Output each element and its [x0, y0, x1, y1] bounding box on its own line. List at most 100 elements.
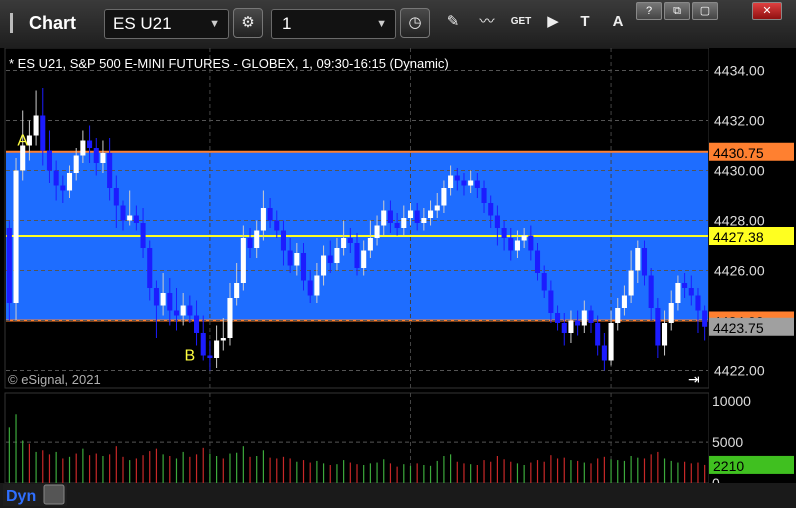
price-tick-label: 4422.00: [714, 363, 765, 379]
text-icon[interactable]: T: [570, 8, 600, 38]
candle: [648, 275, 654, 308]
candle: [173, 310, 180, 316]
price-tick-label: 4426.00: [714, 263, 765, 279]
clock-icon[interactable]: ◷: [400, 8, 430, 38]
get-icon[interactable]: GET: [506, 8, 536, 38]
candle: [621, 295, 627, 308]
candle: [534, 250, 541, 273]
help-button[interactable]: ?: [636, 2, 662, 20]
candle: [361, 250, 367, 268]
candle: [521, 235, 527, 241]
play-icon[interactable]: ▶: [538, 8, 568, 38]
volume-tick-label: 5000: [712, 434, 743, 450]
candle: [374, 225, 380, 238]
candle: [367, 238, 373, 251]
symbol-value: ES U21: [113, 14, 172, 33]
candle: [180, 305, 186, 316]
restore-button[interactable]: ⧉: [664, 2, 690, 20]
candle: [481, 188, 487, 203]
candle: [494, 215, 500, 228]
price-tick-label: 4432.00: [714, 113, 765, 129]
candle: [354, 243, 360, 268]
candle: [260, 208, 266, 231]
candle: [394, 223, 400, 228]
candle: [387, 210, 393, 223]
candle: [635, 248, 641, 271]
interval-value: 1: [282, 14, 292, 33]
candle: [608, 323, 614, 361]
candle: [662, 323, 668, 346]
candle: [341, 238, 347, 248]
candle: [401, 218, 407, 228]
candle: [327, 255, 333, 263]
candle: [87, 140, 93, 148]
gear-icon[interactable]: ⚙: [233, 8, 263, 38]
candle: [601, 345, 607, 361]
close-button[interactable]: ✕: [752, 2, 782, 20]
chevron-down-icon[interactable]: ▼: [376, 10, 387, 38]
candle: [541, 273, 547, 291]
candle: [514, 240, 520, 251]
price-marker-label: 4423.75: [713, 320, 764, 336]
candle: [641, 248, 648, 276]
candle: [80, 140, 86, 156]
candle: [675, 283, 681, 303]
interval-input[interactable]: 1 ▼: [271, 9, 396, 39]
candle: [508, 238, 514, 251]
chart-title-tab[interactable]: Chart: [2, 7, 98, 41]
candle: [414, 210, 420, 223]
symbol-input[interactable]: ES U21 ▼: [104, 9, 229, 39]
candle: [488, 203, 494, 216]
candle: [628, 270, 634, 296]
price-marker-label: 4430.75: [713, 145, 764, 161]
candle: [561, 323, 567, 333]
candle: [615, 308, 621, 323]
candle: [214, 340, 220, 358]
candle: [568, 320, 574, 333]
chart-area[interactable]: 4434.004432.004430.004428.004426.004424.…: [0, 48, 796, 508]
study-icon[interactable]: 〰: [472, 8, 502, 38]
candle: [501, 228, 507, 238]
candle: [448, 175, 454, 188]
scroll-end-icon[interactable]: ⇥: [688, 371, 700, 387]
candle: [321, 255, 327, 276]
maximize-button[interactable]: ▢: [692, 2, 718, 20]
candle: [421, 218, 427, 223]
pencil-icon[interactable]: ✎: [438, 8, 468, 38]
candle: [307, 280, 313, 296]
candle: [314, 275, 320, 296]
candle: [595, 323, 601, 346]
candle: [294, 253, 300, 266]
watermark: © eSignal, 2021: [8, 372, 101, 387]
candle: [688, 288, 694, 296]
chart-title: * ES U21, S&P 500 E-MINI FUTURES - GLOBE…: [9, 56, 449, 71]
candle: [187, 305, 193, 316]
candle: [147, 248, 153, 288]
candle: [33, 115, 39, 136]
candle: [40, 115, 46, 151]
candle: [120, 205, 126, 221]
candle: [381, 210, 387, 226]
lock-icon[interactable]: [43, 484, 65, 505]
chevron-down-icon[interactable]: ▼: [209, 10, 220, 38]
candle: [588, 310, 594, 323]
candle: [474, 180, 480, 188]
candle: [441, 188, 447, 206]
candle: [133, 215, 139, 223]
volume-marker-label: 2210: [713, 458, 744, 474]
dynamic-label: Dyn: [6, 488, 36, 505]
candle: [60, 185, 66, 191]
candle: [407, 210, 414, 218]
price-tick-label: 4428.00: [714, 213, 765, 229]
price-marker-label: 4427.38: [713, 229, 764, 245]
price-tick-label: 4434.00: [714, 63, 765, 79]
alert-icon[interactable]: A: [603, 8, 633, 38]
candle: [581, 310, 587, 326]
candle: [113, 188, 119, 206]
candle: [234, 283, 240, 298]
candle: [200, 333, 206, 356]
candle: [668, 303, 674, 323]
toolbar: Chart ES U21 ▼ ⚙ 1 ▼ ◷ ✎ 〰 GET ▶ T A ? ⧉…: [0, 0, 796, 49]
candle: [575, 320, 581, 326]
candle: [53, 170, 59, 186]
